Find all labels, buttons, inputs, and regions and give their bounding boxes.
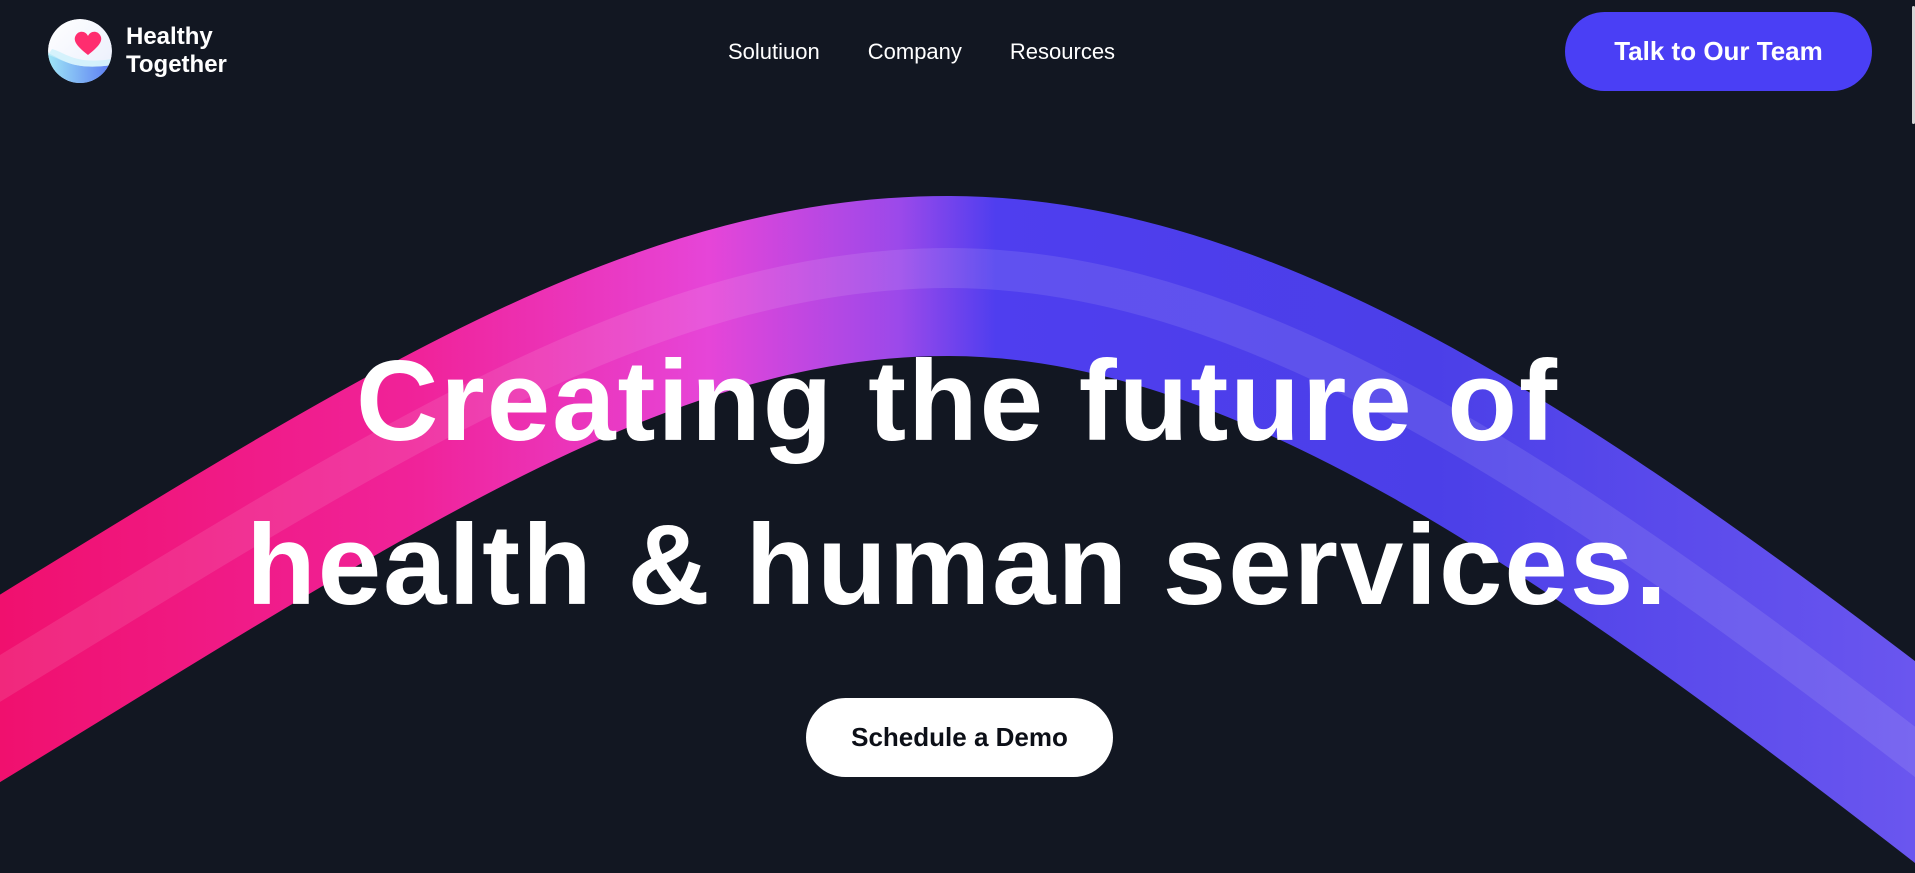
page-scrollbar[interactable] — [1911, 0, 1915, 873]
logo-badge — [48, 19, 112, 83]
landing-page: Healthy Together Solutiuon Company Resou… — [0, 0, 1915, 873]
brand-name-line2: Together — [126, 51, 227, 78]
nav-item-company[interactable]: Company — [868, 38, 962, 66]
hero-headline-line1: Creating the future of — [356, 338, 1559, 465]
hero-headline: Creating the future of health & human se… — [0, 320, 1915, 648]
schedule-demo-button[interactable]: Schedule a Demo — [806, 698, 1113, 777]
nav-item-solutions[interactable]: Solutiuon — [728, 38, 820, 66]
main-nav: Solutiuon Company Resources — [728, 38, 1115, 66]
heart-icon — [48, 19, 112, 83]
talk-to-team-button[interactable]: Talk to Our Team — [1565, 12, 1872, 91]
hero-headline-line2: health & human services. — [246, 502, 1669, 629]
brand-logo-link[interactable]: Healthy Together — [48, 19, 246, 83]
brand-name: Healthy Together — [126, 23, 246, 79]
nav-item-resources[interactable]: Resources — [1010, 38, 1115, 66]
brand-name-line1: Healthy — [126, 23, 213, 50]
site-header: Healthy Together Solutiuon Company Resou… — [0, 0, 1915, 104]
